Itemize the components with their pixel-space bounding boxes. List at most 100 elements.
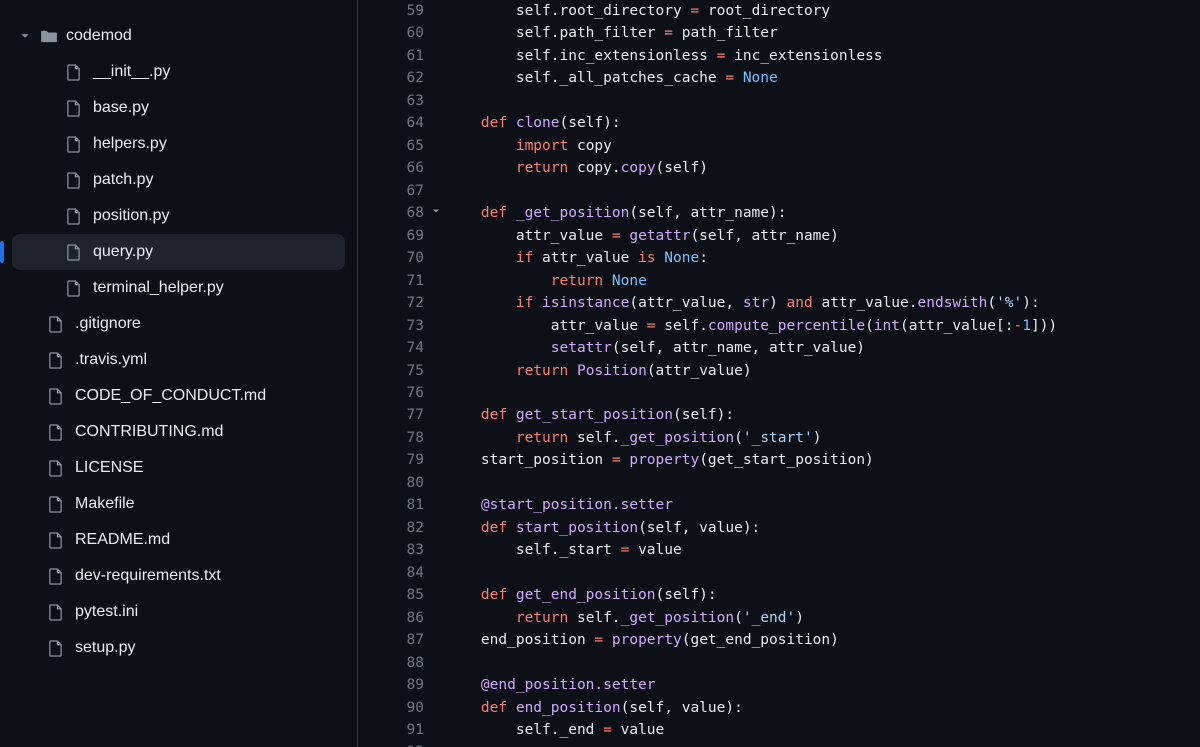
code-content: self.path_filter = path_filter <box>446 22 1200 44</box>
code-line[interactable]: 75 return Position(attr_value) <box>358 360 1200 382</box>
code-line[interactable]: 81 @start_position.setter <box>358 494 1200 516</box>
file-row[interactable]: Makefile <box>12 486 345 522</box>
line-number: 73 <box>358 315 446 337</box>
line-number: 70 <box>358 247 446 269</box>
line-number: 83 <box>358 539 446 561</box>
code-content: self._all_patches_cache = None <box>446 67 1200 89</box>
code-line[interactable]: 86 return self._get_position('_end') <box>358 607 1200 629</box>
code-line[interactable]: 71 return None <box>358 270 1200 292</box>
code-line[interactable]: 65 import copy <box>358 135 1200 157</box>
line-number: 92 <box>358 741 446 747</box>
file-row[interactable]: position.py <box>12 198 345 234</box>
code-line[interactable]: 64 def clone(self): <box>358 112 1200 134</box>
code-line[interactable]: 63 <box>358 90 1200 112</box>
line-number: 77 <box>358 404 446 426</box>
file-label: CODE_OF_CONDUCT.md <box>75 387 266 405</box>
line-number: 87 <box>358 629 446 651</box>
code-editor[interactable]: 59 self.root_directory = root_directory6… <box>358 0 1200 747</box>
file-row[interactable]: dev-requirements.txt <box>12 558 345 594</box>
file-row[interactable]: helpers.py <box>12 126 345 162</box>
file-row[interactable]: .gitignore <box>12 306 345 342</box>
code-content: return Position(attr_value) <box>446 360 1200 382</box>
code-line[interactable]: 89 @end_position.setter <box>358 674 1200 696</box>
code-line[interactable]: 77 def get_start_position(self): <box>358 404 1200 426</box>
line-number: 71 <box>358 270 446 292</box>
line-number: 88 <box>358 652 446 674</box>
file-label: patch.py <box>93 171 153 189</box>
code-line[interactable]: 88 <box>358 652 1200 674</box>
code-content: end_position = property(get_end_position… <box>446 629 1200 651</box>
code-content: start_position = property(get_start_posi… <box>446 449 1200 471</box>
file-label: .travis.yml <box>75 351 147 369</box>
code-line[interactable]: 91 self._end = value <box>358 719 1200 741</box>
code-line[interactable]: 60 self.path_filter = path_filter <box>358 22 1200 44</box>
file-icon <box>66 64 81 81</box>
code-line[interactable]: 70 if attr_value is None: <box>358 247 1200 269</box>
line-number: 90 <box>358 697 446 719</box>
line-number: 84 <box>358 562 446 584</box>
code-content: if isinstance(attr_value, str) and attr_… <box>446 292 1200 314</box>
file-row[interactable]: README.md <box>12 522 345 558</box>
code-line[interactable]: 73 attr_value = self.compute_percentile(… <box>358 315 1200 337</box>
code-content: def end_position(self, value): <box>446 697 1200 719</box>
code-content: def start_position(self, value): <box>446 517 1200 539</box>
file-label: LICENSE <box>75 459 143 477</box>
file-icon <box>66 280 81 297</box>
file-row[interactable]: LICENSE <box>12 450 345 486</box>
code-line[interactable]: 72 if isinstance(attr_value, str) and at… <box>358 292 1200 314</box>
code-line[interactable]: 59 self.root_directory = root_directory <box>358 0 1200 22</box>
code-content: self.inc_extensionless = inc_extensionle… <box>446 45 1200 67</box>
fold-caret-icon[interactable] <box>430 205 442 217</box>
file-label: CONTRIBUTING.md <box>75 423 223 441</box>
file-row[interactable]: setup.py <box>12 630 345 666</box>
code-line[interactable]: 74 setattr(self, attr_name, attr_value) <box>358 337 1200 359</box>
file-row[interactable]: patch.py <box>12 162 345 198</box>
code-content: def _get_position(self, attr_name): <box>446 202 1200 224</box>
code-line[interactable]: 85 def get_end_position(self): <box>358 584 1200 606</box>
line-number: 86 <box>358 607 446 629</box>
code-content: self._end = value <box>446 719 1200 741</box>
top-file-list: .gitignore .travis.yml CODE_OF_CONDUCT.md C… <box>0 306 357 666</box>
file-row[interactable]: base.py <box>12 90 345 126</box>
file-icon <box>48 496 63 513</box>
code-line[interactable]: 84 <box>358 562 1200 584</box>
code-line[interactable]: 62 self._all_patches_cache = None <box>358 67 1200 89</box>
code-line[interactable]: 92 <box>358 741 1200 747</box>
line-number: 89 <box>358 674 446 696</box>
line-number: 66 <box>358 157 446 179</box>
code-line[interactable]: 82 def start_position(self, value): <box>358 517 1200 539</box>
code-line[interactable]: 90 def end_position(self, value): <box>358 697 1200 719</box>
line-number: 67 <box>358 180 446 202</box>
code-line[interactable]: 76 <box>358 382 1200 404</box>
code-line[interactable]: 80 <box>358 472 1200 494</box>
file-icon <box>48 460 63 477</box>
file-row[interactable]: __init__.py <box>12 54 345 90</box>
file-row[interactable]: query.py <box>12 234 345 270</box>
code-content: attr_value = getattr(self, attr_name) <box>446 225 1200 247</box>
code-line[interactable]: 61 self.inc_extensionless = inc_extensio… <box>358 45 1200 67</box>
file-row[interactable]: terminal_helper.py <box>12 270 345 306</box>
code-line[interactable]: 67 <box>358 180 1200 202</box>
line-number: 61 <box>358 45 446 67</box>
line-number: 85 <box>358 584 446 606</box>
file-row[interactable]: pytest.ini <box>12 594 345 630</box>
line-number: 69 <box>358 225 446 247</box>
line-number: 63 <box>358 90 446 112</box>
line-number: 79 <box>358 449 446 471</box>
file-row[interactable]: CONTRIBUTING.md <box>12 414 345 450</box>
code-line[interactable]: 87 end_position = property(get_end_posit… <box>358 629 1200 651</box>
file-tree-sidebar: codemod __init__.pybase.pyhelpers.py patc… <box>0 0 358 747</box>
line-number: 59 <box>358 0 446 22</box>
line-number: 78 <box>358 427 446 449</box>
code-line[interactable]: 66 return copy.copy(self) <box>358 157 1200 179</box>
code-line[interactable]: 83 self._start = value <box>358 539 1200 561</box>
code-line[interactable]: 69 attr_value = getattr(self, attr_name) <box>358 225 1200 247</box>
folder-row-codemod[interactable]: codemod <box>0 18 357 54</box>
code-line[interactable]: 79 start_position = property(get_start_p… <box>358 449 1200 471</box>
code-line[interactable]: 68 def _get_position(self, attr_name): <box>358 202 1200 224</box>
file-row[interactable]: .travis.yml <box>12 342 345 378</box>
file-icon <box>66 172 81 189</box>
file-icon <box>48 532 63 549</box>
file-row[interactable]: CODE_OF_CONDUCT.md <box>12 378 345 414</box>
code-line[interactable]: 78 return self._get_position('_start') <box>358 427 1200 449</box>
